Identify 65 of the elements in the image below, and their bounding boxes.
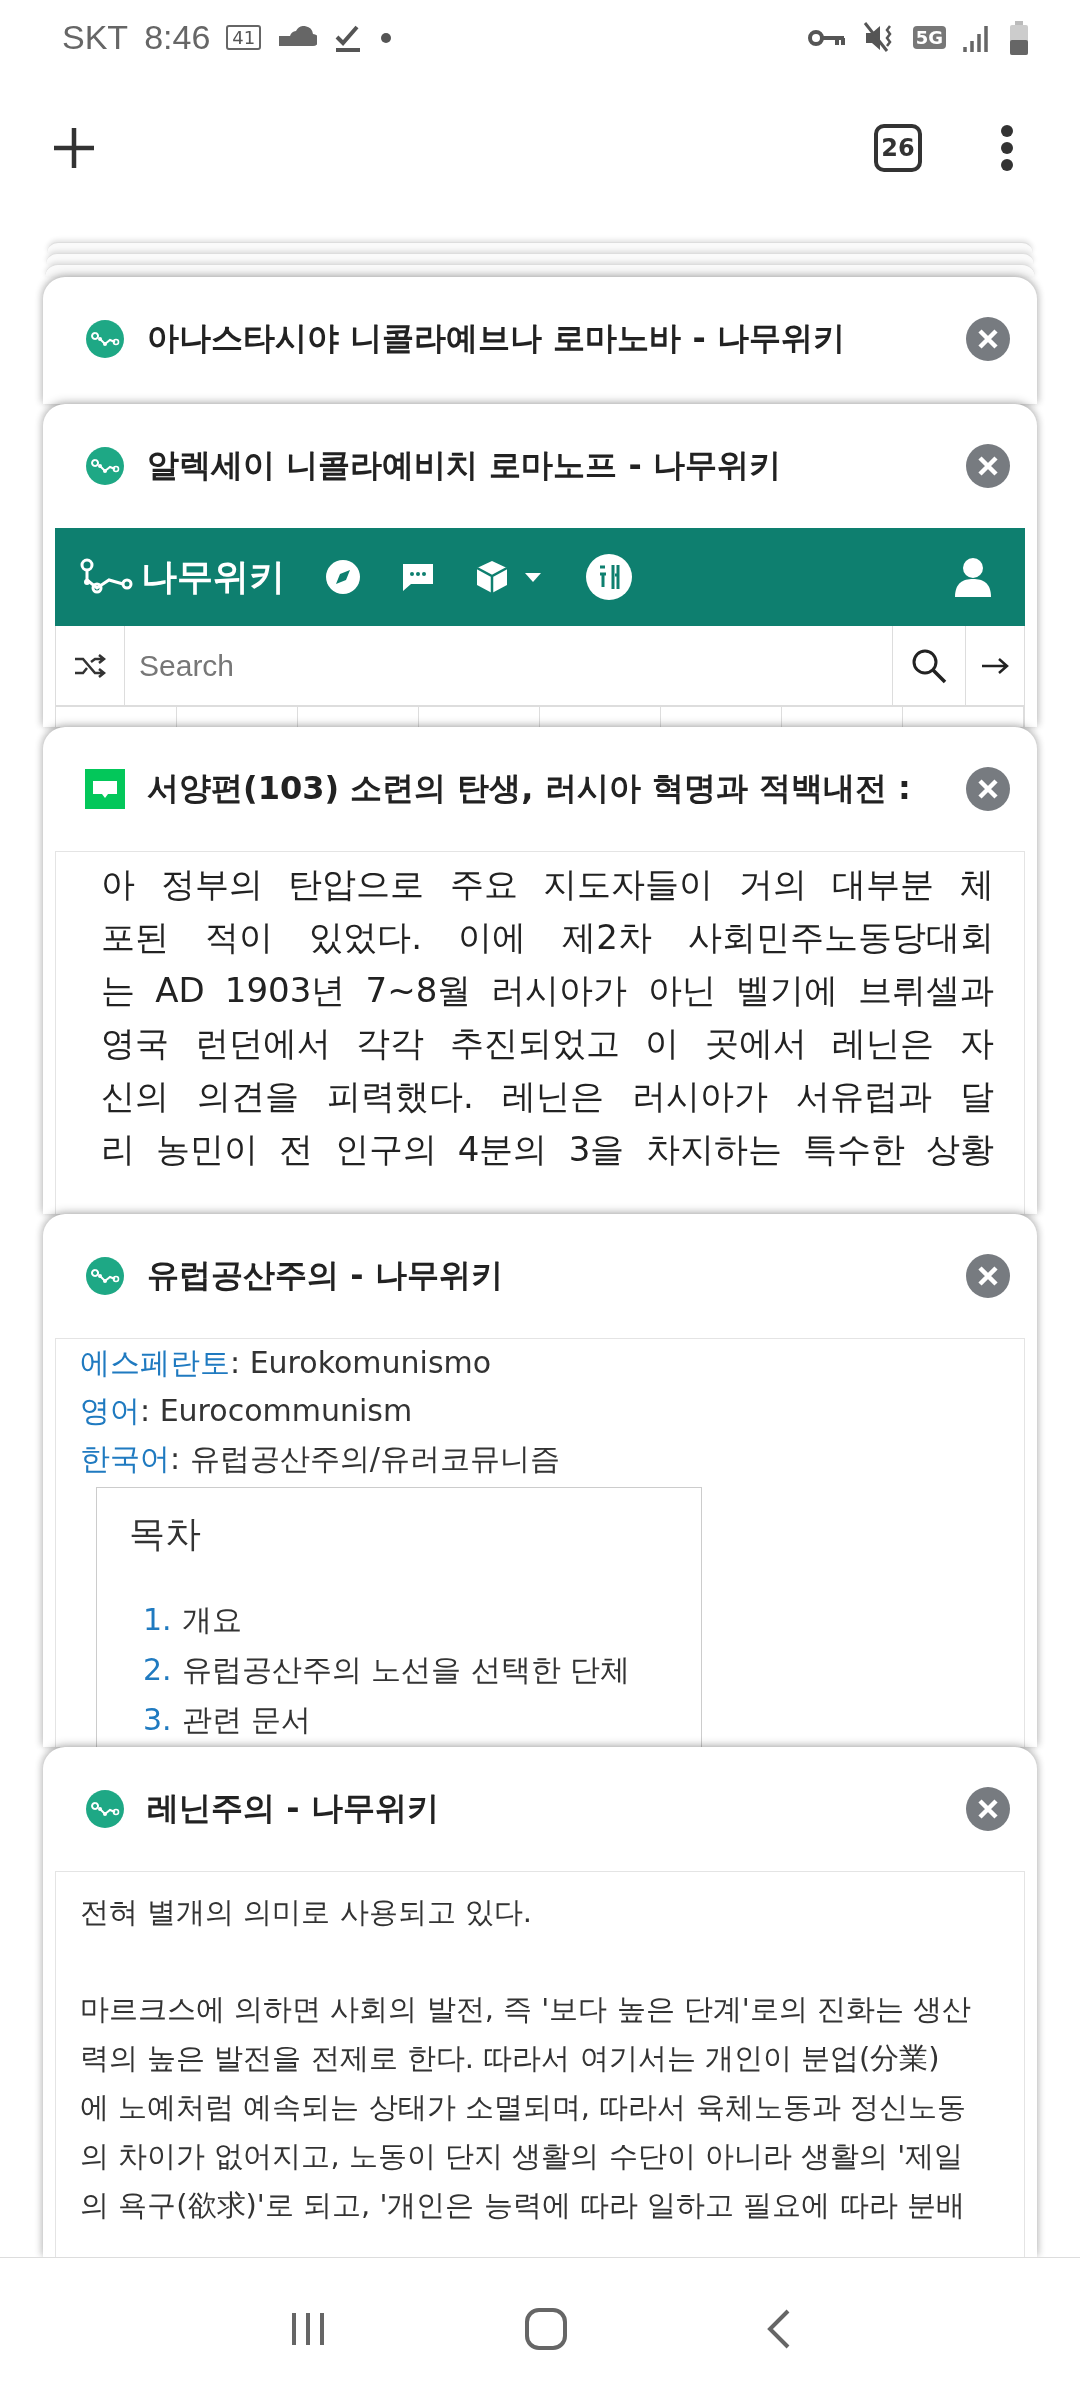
menu-button[interactable] <box>1000 123 1014 172</box>
article-text-line: 포된 적이 있었다. 이에 제2차 사회민주노동당대회 <box>101 916 994 959</box>
favicon-icon <box>85 1789 125 1829</box>
battery-icon <box>1008 19 1030 56</box>
shuffle-icon <box>73 652 107 679</box>
article-text-line: 리 농민이 전 인구의 4분의 3을 차지하는 특수한 상황 <box>101 1128 994 1171</box>
clock-time: 8:46 <box>144 18 211 57</box>
tab-count-button[interactable]: 26 <box>874 123 922 172</box>
language-link[interactable]: 영어 <box>80 1393 140 1428</box>
search-icon <box>911 647 947 684</box>
close-button[interactable] <box>965 1253 1011 1299</box>
arrow-right-icon <box>980 655 1010 676</box>
toc-number-link[interactable]: 2. <box>143 1645 172 1695</box>
article-text-line: 의 욕구(欲求)'로 되고, '개인은 능력에 따라 일하고 필요에 따라 분배 <box>80 2187 966 2224</box>
article-text-line: 마르크스에 의하면 사회의 발전, 즉 '보다 높은 단계'로의 진화는 생산 <box>80 1991 973 2028</box>
toc-item-text: 유럽공산주의 노선을 선택한 단체 <box>181 1651 631 1689</box>
article-text-line: 는 AD 1903년 7~8월 러시아가 아닌 벨기에 브뤼셀과 <box>101 969 994 1012</box>
tab-title: 서양편(103) 소련의 탄생, 러시아 혁명과 적백내전 : <box>147 768 912 809</box>
article-text-line: 력의 높은 발전을 전제로 한다. 따라서 여기서는 개인이 분업(分業) <box>80 2040 941 2077</box>
search-button[interactable] <box>892 626 965 706</box>
carrier-label: SKT <box>62 18 129 57</box>
compass-icon[interactable] <box>325 559 361 595</box>
name-text: : Eurokomunismo <box>230 1345 492 1380</box>
new-tab-button[interactable] <box>52 125 96 170</box>
article-text-line: 영국 런던에서 각각 추진되었고 이 곳에서 레닌은 자 <box>101 1022 994 1065</box>
name-text: : 유럽공산주의/유러코뮤니즘 <box>170 1441 560 1476</box>
favicon-icon <box>85 769 125 809</box>
tab-card[interactable] <box>43 727 1037 1214</box>
name-text: : Eurocommunism <box>140 1393 413 1428</box>
article-text-line: 의 차이가 없어지고, 노동이 단지 생활의 수단이 아니라 생활의 '제일 <box>80 2138 965 2175</box>
close-button[interactable] <box>965 1786 1011 1832</box>
tab-title: 유럽공산주의 - 나무위키 <box>147 1255 504 1296</box>
search-field[interactable]: Search <box>124 626 892 706</box>
site-logo[interactable]: 나무위키 <box>141 552 285 602</box>
favicon-icon <box>85 1256 125 1296</box>
toc-number-link[interactable]: 3. <box>143 1695 172 1745</box>
tab-card[interactable]: 유럽공산주의 - 나무위키 에스페란토: Eurokomunismo 영어: Eurocommunism 한국어: 유럽공산주의/유러코뮤니즘 목차 1. 개요 2. 유럽공산주의 노선을 선택한 단체 3. 관련 문서 <box>43 1214 1037 1747</box>
toc-number-link[interactable]: 1. <box>143 1595 172 1645</box>
favicon-icon <box>85 446 125 486</box>
article-text-line: 전혀 별개의 의미로 사용되고 있다. <box>80 1894 534 1931</box>
notification-dot-icon <box>379 30 394 45</box>
close-button[interactable] <box>965 443 1011 489</box>
language-link[interactable]: 에스페란토 <box>80 1345 230 1380</box>
article-text-line: 에 노예처럼 예속되는 상태가 소멸되며, 따라서 육체노동과 정신노동 <box>80 2089 967 2126</box>
notification-badge: 41 <box>226 25 262 50</box>
toc-item-text: 개요 <box>181 1601 242 1639</box>
close-button[interactable] <box>965 766 1011 812</box>
article-text-line: 신의 의견을 피력했다. 레닌은 러시아가 서유럽과 달 <box>101 1075 994 1118</box>
tab-card[interactable]: 아나스타시야 니콜라예브나 로마노바 - 나무위키 <box>43 277 1037 404</box>
article-text-line: 아 정부의 탄압으로 주요 지도자들이 거의 대부분 체 <box>101 863 994 906</box>
tab-title: 레닌주의 - 나무위키 <box>147 1788 440 1829</box>
language-link[interactable]: 한국어 <box>80 1441 170 1476</box>
toc-item-text: 관련 문서 <box>181 1701 312 1739</box>
tab-card[interactable] <box>43 1747 1037 2257</box>
go-button[interactable] <box>965 626 1025 706</box>
chat-icon[interactable] <box>401 562 435 592</box>
tab-title: 알렉세이 니콜라예비치 로마노프 - 나무위키 <box>147 445 782 486</box>
favicon-icon <box>85 319 125 359</box>
toc-title: 목차 <box>129 1512 202 1556</box>
tab-title: 아나스타시야 니콜라예브나 로마노바 - 나무위키 <box>147 318 846 359</box>
network-type-label: 5G <box>912 26 946 49</box>
home-button[interactable] <box>524 2307 568 2351</box>
close-button[interactable] <box>965 316 1011 362</box>
community-icon[interactable] <box>585 553 633 601</box>
tab-card[interactable]: 알렉세이 니콜라예비치 로마노프 - 나무위키 나무위키 Search <box>43 404 1037 727</box>
